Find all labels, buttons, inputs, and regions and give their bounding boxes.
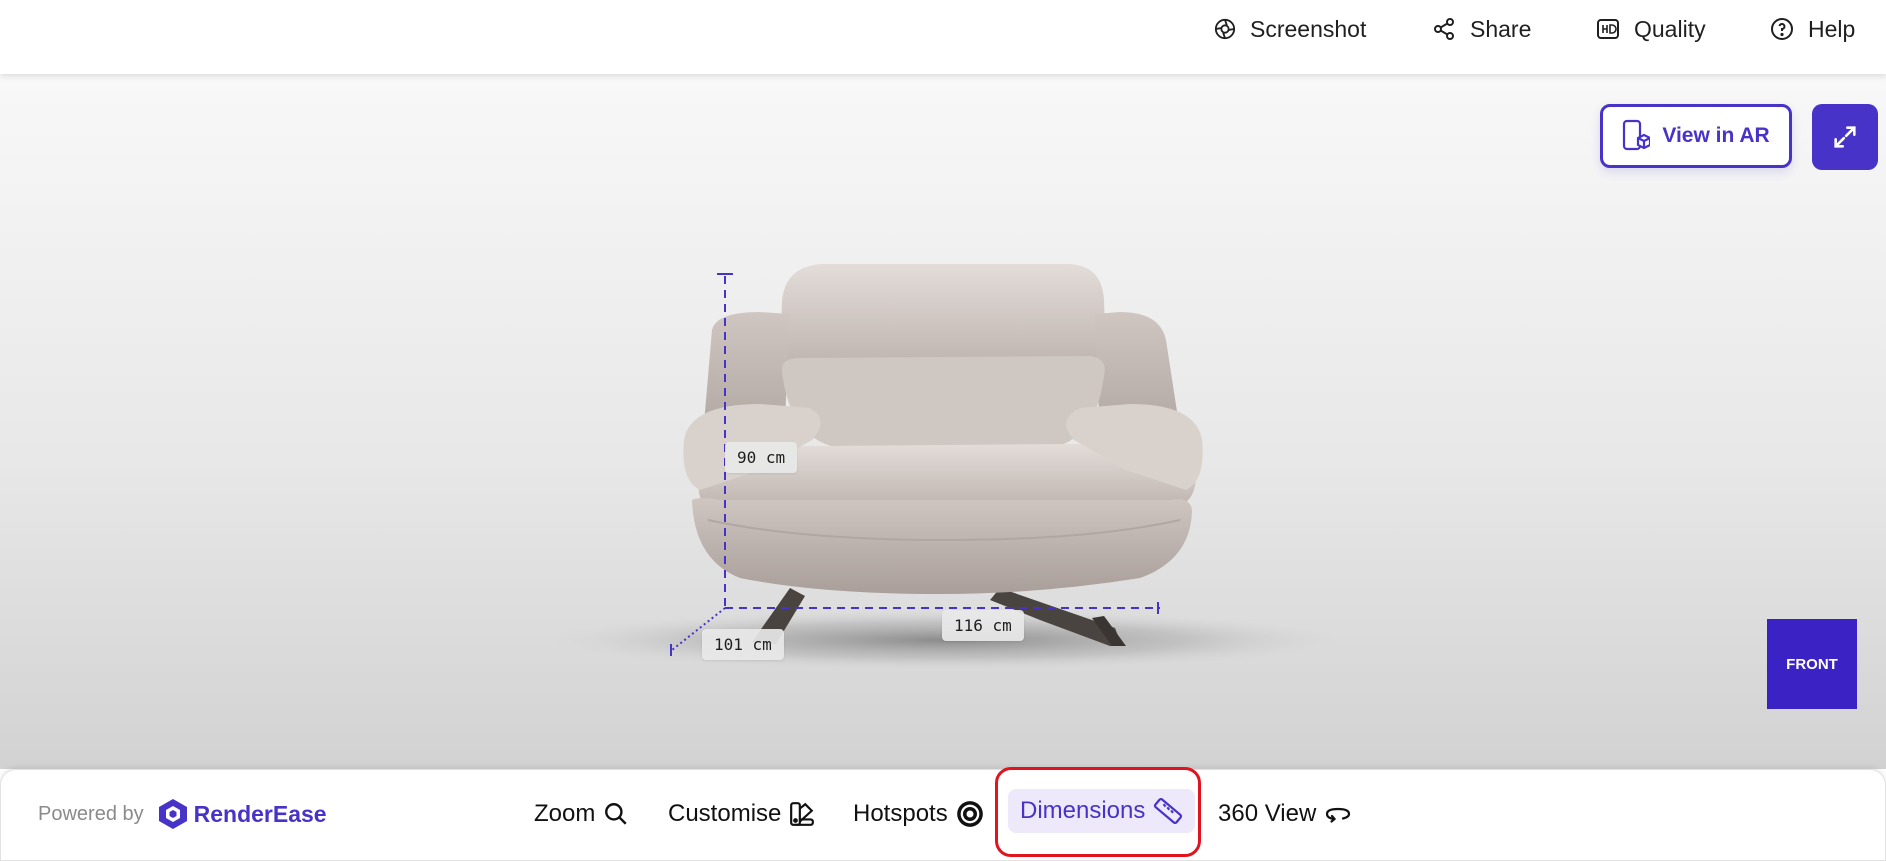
share-button[interactable]: Share: [1432, 14, 1531, 44]
width-dimension-label: 116 cm: [942, 610, 1024, 641]
view-in-ar-label: View in AR: [1662, 124, 1770, 147]
depth-dimension-label: 101 cm: [702, 629, 784, 660]
360-view-label: 360 View: [1218, 800, 1317, 827]
fullscreen-button[interactable]: [1812, 104, 1878, 170]
share-label: Share: [1470, 15, 1532, 42]
view-in-ar-button[interactable]: View in AR: [1600, 104, 1792, 168]
powered-by-label: Powered by: [38, 802, 144, 825]
search-icon: [605, 803, 627, 825]
screenshot-label: Screenshot: [1250, 15, 1367, 42]
expand-icon: [1834, 126, 1856, 148]
dimensions-label: Dimensions: [1020, 797, 1146, 824]
front-view-button[interactable]: FRONT: [1767, 619, 1857, 709]
top-toolbar: Screenshot Share Quality Help: [0, 0, 1886, 74]
renderease-logo-icon: [158, 799, 187, 829]
zoom-tool[interactable]: Zoom: [534, 792, 629, 836]
customise-label: Customise: [668, 800, 782, 827]
screenshot-button[interactable]: Screenshot: [1214, 14, 1366, 44]
chair-back-cushion: [781, 356, 1105, 448]
help-label: Help: [1808, 15, 1856, 42]
phone-cube-icon: [1623, 119, 1651, 151]
rotate-icon: [1326, 807, 1351, 823]
help-button[interactable]: Help: [1770, 14, 1855, 44]
customise-tool[interactable]: Customise: [668, 792, 815, 836]
360-view-tool[interactable]: 360 View: [1218, 792, 1352, 836]
ruler-icon: [1154, 797, 1183, 825]
share-icon: [1434, 18, 1454, 40]
front-view-label: FRONT: [1786, 655, 1838, 673]
hotspots-tool[interactable]: Hotspots: [853, 792, 984, 836]
help-icon: [1771, 18, 1793, 40]
brand-name: RenderEase: [193, 800, 327, 827]
quality-button[interactable]: Quality: [1596, 14, 1706, 44]
shutter-icon: [1214, 18, 1236, 40]
dimensions-tool[interactable]: Dimensions: [1008, 789, 1196, 833]
palette-icon: [790, 802, 815, 826]
hotspots-label: Hotspots: [853, 800, 948, 827]
target-icon: [956, 801, 983, 827]
powered-by: Powered by RenderEase: [38, 798, 327, 830]
height-dimension-label: 90 cm: [725, 442, 798, 473]
chair-backrest: [780, 264, 1106, 370]
chair-base: [692, 498, 1192, 594]
zoom-label: Zoom: [534, 800, 596, 827]
quality-label: Quality: [1634, 15, 1706, 42]
brand-logo[interactable]: RenderEase: [158, 798, 327, 830]
bottom-toolbar: Powered by RenderEase Zoom Customise Hot…: [0, 769, 1886, 861]
hd-icon: [1597, 19, 1619, 39]
